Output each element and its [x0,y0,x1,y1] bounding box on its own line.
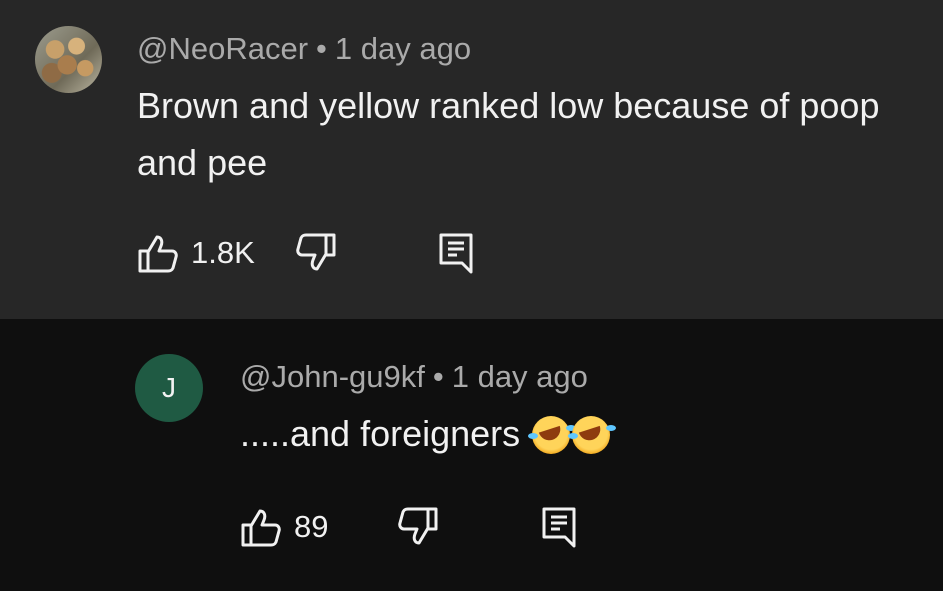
comment-meta: @John-gu9kf • 1 day ago [240,359,588,395]
comment-text: .....and foreigners [240,413,521,454]
comment-text: Brown and yellow ranked low because of p… [137,85,880,183]
author-avatar[interactable] [35,26,102,93]
thumbs-up-icon[interactable] [137,233,179,273]
comment-text-row: .....and foreigners [240,405,890,462]
author-avatar[interactable]: J [135,354,203,422]
rolling-on-floor-laughing-emoji-icon [568,416,611,454]
comment-icon[interactable] [437,231,475,275]
like-count: 89 [294,509,329,544]
comment-time[interactable]: 1 day ago [335,31,471,66]
author-name[interactable]: @John-gu9kf [240,359,425,394]
rolling-on-floor-laughing-emoji-icon [528,416,571,454]
comment-item: @NeoRacer • 1 day ago Brown and yellow ran… [0,0,943,319]
comment-time[interactable]: 1 day ago [452,359,588,394]
meta-separator: • [432,359,444,394]
thumbs-down-icon[interactable] [397,507,439,547]
author-name[interactable]: @NeoRacer [137,31,308,66]
thumbs-up-icon[interactable] [240,507,282,547]
reply-item: J @John-gu9kf • 1 day ago .....and foreign… [0,319,943,591]
thumbs-down-icon[interactable] [295,233,337,273]
comment-icon[interactable] [540,505,578,549]
meta-separator: • [316,31,327,66]
comment-meta: @NeoRacer • 1 day ago [137,31,471,67]
like-count: 1.8K [191,235,255,270]
